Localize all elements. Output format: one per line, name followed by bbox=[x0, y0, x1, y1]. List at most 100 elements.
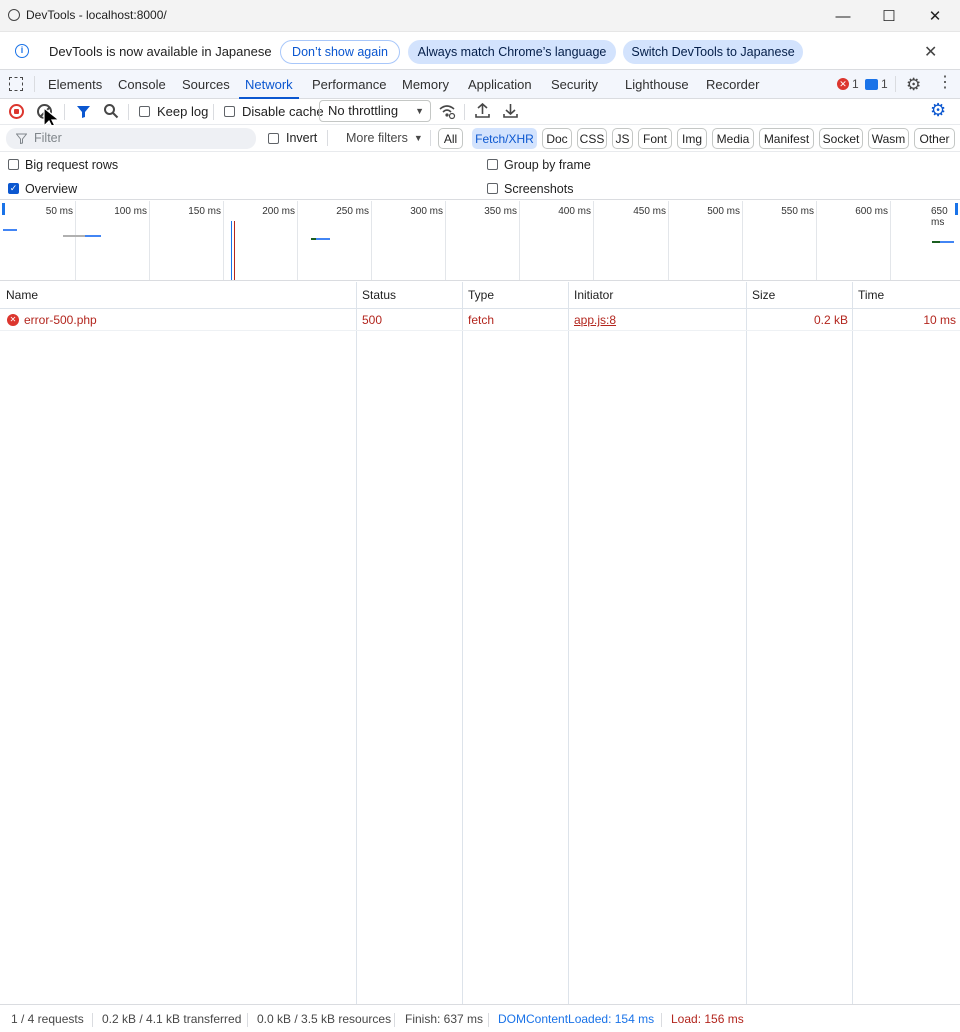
grid-line bbox=[519, 201, 520, 280]
throttling-select[interactable]: No throttling ▼ bbox=[319, 100, 431, 122]
grid-line bbox=[816, 201, 817, 280]
keep-log-checkbox[interactable] bbox=[139, 106, 150, 117]
more-filters-dropdown[interactable]: More filters ▼ bbox=[346, 131, 423, 145]
tick-label: 300 ms bbox=[410, 206, 443, 217]
error-count: 1 bbox=[852, 77, 859, 91]
tab-recorder[interactable]: Recorder bbox=[706, 70, 759, 99]
column-header-type[interactable]: Type bbox=[462, 282, 494, 309]
search-icon[interactable] bbox=[103, 103, 119, 119]
tab-application[interactable]: Application bbox=[468, 70, 532, 99]
column-divider[interactable] bbox=[462, 282, 463, 1004]
tab-network[interactable]: Network bbox=[239, 70, 299, 99]
type-filter-font[interactable]: Font bbox=[638, 128, 672, 149]
type-filter-fetch-xhr[interactable]: Fetch/XHR bbox=[472, 128, 537, 149]
type-filter-all[interactable]: All bbox=[438, 128, 463, 149]
invert-checkbox[interactable] bbox=[268, 133, 279, 144]
column-header-size[interactable]: Size bbox=[746, 282, 775, 309]
network-conditions-wifi-icon[interactable] bbox=[438, 103, 456, 120]
column-header-name[interactable]: Name bbox=[0, 282, 38, 309]
tab-elements[interactable]: Elements bbox=[48, 70, 102, 99]
filter-bar: Filter Invert More filters ▼ All Fetch/X… bbox=[0, 125, 960, 152]
column-header-status[interactable]: Status bbox=[356, 282, 396, 309]
column-divider[interactable] bbox=[746, 282, 747, 1004]
maximize-button[interactable]: ☐ bbox=[866, 0, 912, 32]
group-by-frame-label: Group by frame bbox=[504, 158, 591, 172]
request-bar bbox=[940, 241, 954, 243]
request-bar bbox=[932, 241, 940, 243]
divider bbox=[327, 130, 328, 146]
divider bbox=[34, 76, 35, 92]
request-bar bbox=[3, 229, 17, 231]
overview-right-handle[interactable] bbox=[955, 203, 958, 215]
tick-label: 200 ms bbox=[262, 206, 295, 217]
divider bbox=[213, 104, 214, 120]
export-har-download-icon[interactable] bbox=[503, 103, 518, 119]
grid-line bbox=[742, 201, 743, 280]
overview-checkbox[interactable]: ✓ bbox=[8, 183, 19, 194]
import-har-upload-icon[interactable] bbox=[475, 103, 490, 119]
type-filter-manifest[interactable]: Manifest bbox=[759, 128, 814, 149]
type-filter-css[interactable]: CSS bbox=[577, 128, 607, 149]
tab-security[interactable]: Security bbox=[551, 70, 598, 99]
type-filter-wasm[interactable]: Wasm bbox=[868, 128, 909, 149]
message-count: 1 bbox=[881, 77, 888, 91]
grid-line bbox=[668, 201, 669, 280]
minimize-button[interactable]: — bbox=[820, 0, 866, 32]
type-filter-socket[interactable]: Socket bbox=[819, 128, 863, 149]
divider bbox=[895, 76, 896, 92]
network-overview-timeline[interactable]: 50 ms 100 ms 150 ms 200 ms 250 ms 300 ms… bbox=[0, 201, 960, 281]
divider bbox=[464, 104, 465, 120]
request-size: 0.2 kB bbox=[813, 313, 848, 327]
tick-label: 600 ms bbox=[855, 206, 888, 217]
throttling-value: No throttling bbox=[328, 103, 399, 118]
request-table: Name Status Type Initiator Size Time ✕ e… bbox=[0, 282, 960, 1004]
type-filter-js[interactable]: JS bbox=[612, 128, 633, 149]
column-header-initiator[interactable]: Initiator bbox=[568, 282, 613, 309]
divider bbox=[64, 104, 65, 120]
type-filter-media[interactable]: Media bbox=[712, 128, 754, 149]
divider bbox=[247, 1013, 248, 1027]
tab-memory[interactable]: Memory bbox=[402, 70, 449, 99]
column-divider[interactable] bbox=[852, 282, 853, 1004]
filter-funnel-icon[interactable] bbox=[76, 104, 91, 119]
type-filter-img[interactable]: Img bbox=[677, 128, 707, 149]
close-infobar-icon[interactable]: ✕ bbox=[924, 42, 937, 62]
overview-left-handle[interactable] bbox=[2, 203, 5, 215]
big-request-rows-checkbox[interactable] bbox=[8, 159, 19, 170]
tick-label: 150 ms bbox=[188, 206, 221, 217]
request-count: 1 / 4 requests bbox=[11, 1012, 84, 1026]
chevron-down-icon: ▼ bbox=[415, 106, 424, 116]
tab-console[interactable]: Console bbox=[118, 70, 166, 99]
tab-sources[interactable]: Sources bbox=[182, 70, 230, 99]
filter-input[interactable]: Filter bbox=[6, 128, 256, 149]
tab-lighthouse[interactable]: Lighthouse bbox=[625, 70, 689, 99]
divider bbox=[488, 1013, 489, 1027]
tab-performance[interactable]: Performance bbox=[312, 70, 386, 99]
request-initiator-link[interactable]: app.js:8 bbox=[568, 309, 616, 331]
divider bbox=[661, 1013, 662, 1027]
request-time: 10 ms bbox=[923, 313, 956, 327]
disable-cache-checkbox[interactable] bbox=[224, 106, 235, 117]
more-options-icon[interactable]: ⋮ bbox=[937, 75, 953, 91]
stop-recording-icon[interactable] bbox=[9, 104, 24, 119]
column-divider[interactable] bbox=[356, 282, 357, 1004]
language-infobar: i DevTools is now available in Japanese … bbox=[0, 32, 960, 70]
screenshots-checkbox[interactable] bbox=[487, 183, 498, 194]
inspect-element-icon[interactable] bbox=[9, 77, 23, 91]
network-settings-gear-icon[interactable]: ⚙ bbox=[930, 100, 946, 121]
network-summary-bar: 1 / 4 requests 0.2 kB / 4.1 kB transferr… bbox=[0, 1004, 960, 1032]
column-header-time[interactable]: Time bbox=[852, 282, 884, 309]
always-match-language-button[interactable]: Always match Chrome’s language bbox=[408, 40, 616, 64]
message-count-badge[interactable]: 1 bbox=[865, 77, 888, 91]
settings-gear-icon[interactable]: ⚙ bbox=[906, 75, 921, 95]
switch-to-japanese-button[interactable]: Switch DevTools to Japanese bbox=[623, 40, 803, 64]
dont-show-again-button[interactable]: Don’t show again bbox=[280, 40, 400, 64]
type-filter-doc[interactable]: Doc bbox=[542, 128, 572, 149]
group-by-frame-checkbox[interactable] bbox=[487, 159, 498, 170]
column-divider[interactable] bbox=[568, 282, 569, 1004]
close-window-button[interactable]: ✕ bbox=[912, 0, 958, 32]
error-count-badge[interactable]: ✕ 1 bbox=[837, 77, 859, 91]
grid-line bbox=[297, 201, 298, 280]
type-filter-other[interactable]: Other bbox=[914, 128, 955, 149]
request-name[interactable]: error-500.php bbox=[18, 309, 97, 331]
